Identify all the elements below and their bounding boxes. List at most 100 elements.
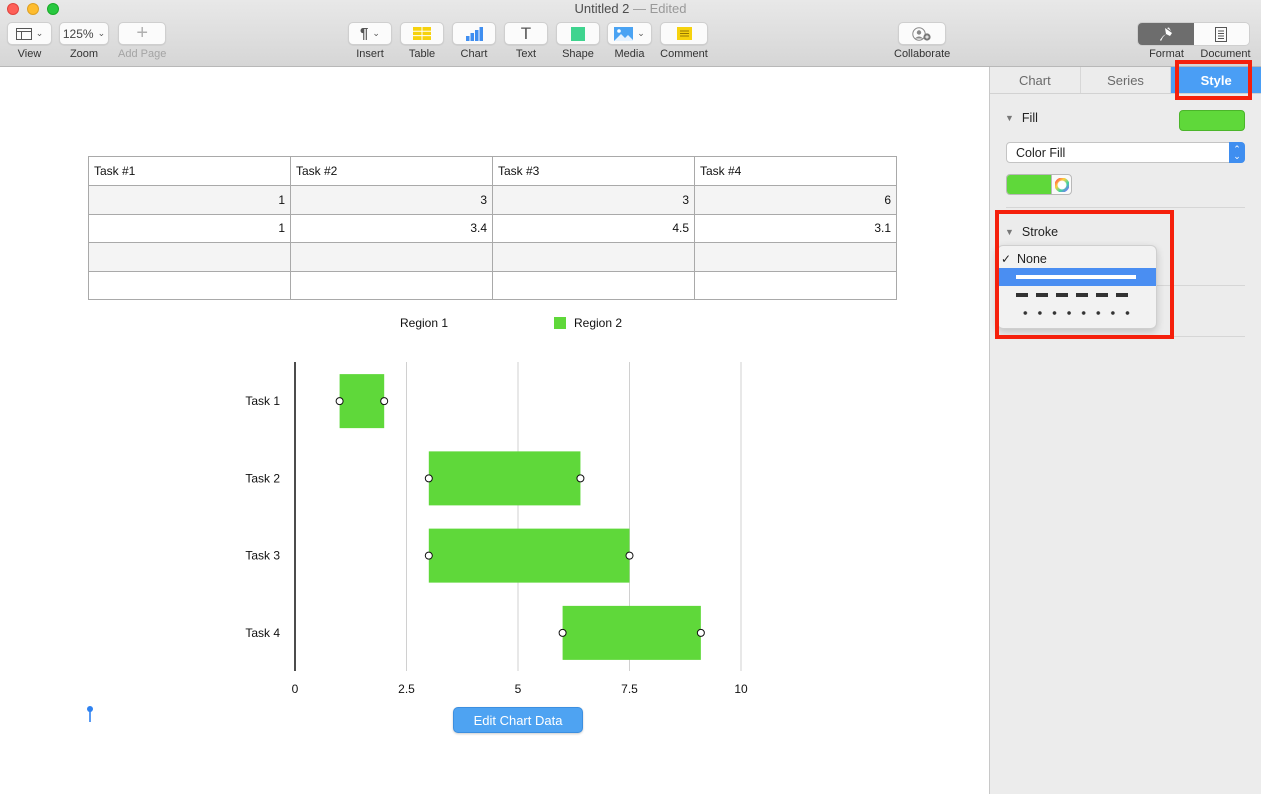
text-label: Text	[515, 48, 537, 60]
table-control[interactable]: Table	[400, 22, 444, 60]
plus-icon: +	[136, 22, 148, 44]
comment-note-icon	[676, 27, 692, 40]
insertion-point-icon	[87, 706, 93, 722]
paintbrush-icon	[1159, 27, 1172, 41]
format-inspector: Chart Series Style ▼ Fill Color Fill ⌃ ⌄ …	[989, 67, 1261, 794]
pages-window: Untitled 2 — Edited ⌄ View 125% ⌄ Zoom +…	[0, 0, 1261, 794]
add-page-label: Add Page	[118, 48, 167, 60]
pilcrow-icon: ¶	[360, 25, 369, 42]
add-page-control[interactable]: + Add Page	[118, 22, 166, 60]
text-control[interactable]: T Text	[504, 22, 548, 60]
shape-control[interactable]: Shape	[556, 22, 600, 60]
zoom-dropdown[interactable]: 125% ⌄	[59, 22, 109, 45]
document-label: Document	[1200, 48, 1251, 60]
table-icon	[413, 27, 431, 40]
chevron-down-icon: ⌄	[372, 28, 380, 38]
up-down-chevron-icon: ⌃ ⌄	[1229, 142, 1245, 163]
format-label: Format	[1149, 48, 1184, 60]
sidebar-layout-icon	[15, 27, 32, 40]
comment-label: Comment	[660, 48, 708, 60]
bar-region-1[interactable]	[295, 451, 429, 505]
section-divider	[1006, 207, 1245, 208]
text-button[interactable]: T	[504, 22, 548, 45]
selection-handle[interactable]	[380, 397, 389, 406]
bar-region-2[interactable]	[562, 605, 701, 660]
category-label: Task 2	[245, 471, 280, 485]
table-button[interactable]	[400, 22, 444, 45]
toolbar: Untitled 2 — Edited ⌄ View 125% ⌄ Zoom +…	[0, 0, 1261, 67]
bar-region-2[interactable]	[339, 374, 385, 429]
insert-button[interactable]: ¶ ⌄	[348, 22, 392, 45]
shape-button[interactable]	[556, 22, 600, 45]
x-tick-label: 10	[734, 682, 748, 696]
fill-title: Fill	[1021, 111, 1038, 125]
selection-handle[interactable]	[576, 474, 585, 483]
gantt-bar-chart[interactable]: 0 2.5 5 7.5 10Region 1 Region 2Task 1Task 2Ta…	[0, 67, 989, 794]
bar-region-2[interactable]	[428, 528, 630, 583]
style-tab-highlight	[1175, 60, 1252, 100]
legend-label: Region 1	[400, 316, 448, 330]
edit-chart-data-button[interactable]: Edit Chart Data	[453, 707, 583, 733]
document-button[interactable]	[1193, 23, 1249, 45]
x-tick-label: 5	[515, 682, 522, 696]
media-label: Media	[614, 48, 645, 60]
collaborate-button[interactable]	[898, 22, 947, 45]
chart-control[interactable]: Chart	[452, 22, 496, 60]
selection-handle[interactable]	[696, 628, 705, 637]
category-label: Task 3	[245, 549, 280, 563]
collaborate-control[interactable]: Collaborate	[894, 22, 950, 60]
media-control[interactable]: ⌄ Media	[607, 22, 652, 60]
format-button[interactable]	[1138, 23, 1194, 45]
insert-control[interactable]: ¶ ⌄ Insert	[348, 22, 392, 60]
comment-control[interactable]: Comment	[660, 22, 708, 60]
color-wheel-icon	[1054, 177, 1069, 192]
zoom-value: 125%	[62, 26, 94, 41]
legend-label: Region 2	[574, 316, 622, 330]
selection-handle[interactable]	[424, 551, 433, 560]
disclosure-triangle-icon: ▼	[1005, 113, 1014, 123]
fill-section-header[interactable]: ▼ Fill	[1005, 111, 1038, 125]
bar-region-2[interactable]	[428, 451, 581, 506]
fill-color-swatch[interactable]	[1179, 110, 1245, 131]
selection-handle[interactable]	[558, 628, 567, 637]
zoom-control[interactable]: 125% ⌄ Zoom	[59, 22, 109, 60]
color-wheel-button[interactable]	[1052, 175, 1071, 194]
image-icon	[614, 26, 634, 41]
chevron-down-icon: ⌄	[35, 28, 44, 38]
selection-handle[interactable]	[335, 397, 344, 406]
document-name: Untitled 2	[574, 1, 630, 16]
shape-label: Shape	[562, 48, 594, 60]
tab-chart[interactable]: Chart	[990, 67, 1081, 93]
bar-region-1[interactable]	[295, 374, 340, 428]
document-icon	[1215, 26, 1228, 42]
category-label: Task 4	[245, 626, 280, 640]
view-button[interactable]: ⌄	[7, 22, 52, 45]
bar-region-1[interactable]	[295, 529, 429, 583]
document-canvas[interactable]: Task #1 Task #2 Task #3 Task #4 1 3 3 6 …	[0, 67, 989, 794]
color-well-swatch[interactable]	[1007, 175, 1052, 194]
tab-series[interactable]: Series	[1081, 67, 1172, 93]
table-label: Table	[408, 48, 436, 60]
view-label: View	[17, 48, 42, 60]
add-person-icon	[912, 26, 931, 41]
color-well[interactable]	[1006, 174, 1072, 195]
edited-status: Edited	[649, 1, 687, 16]
x-tick-label: 7.5	[621, 682, 638, 696]
selection-handle[interactable]	[424, 474, 433, 483]
fill-type-value: Color Fill	[1016, 145, 1066, 160]
media-button[interactable]: ⌄	[607, 22, 652, 45]
chart-label: Chart	[460, 48, 488, 60]
title-separator: —	[633, 1, 647, 16]
fill-type-select[interactable]: Color Fill ⌃ ⌄	[1006, 142, 1245, 163]
chart-button[interactable]	[452, 22, 496, 45]
bar-region-1[interactable]	[295, 606, 563, 660]
shape-square-icon	[571, 26, 585, 41]
view-control[interactable]: ⌄ View	[7, 22, 52, 60]
category-label: Task 1	[245, 394, 280, 408]
comment-button[interactable]	[660, 22, 708, 45]
add-page-button[interactable]: +	[118, 22, 167, 45]
legend-swatch	[554, 317, 566, 329]
selection-handle[interactable]	[625, 551, 634, 560]
inspector-segmented-control	[1137, 22, 1250, 46]
bar-chart-icon	[466, 26, 483, 41]
